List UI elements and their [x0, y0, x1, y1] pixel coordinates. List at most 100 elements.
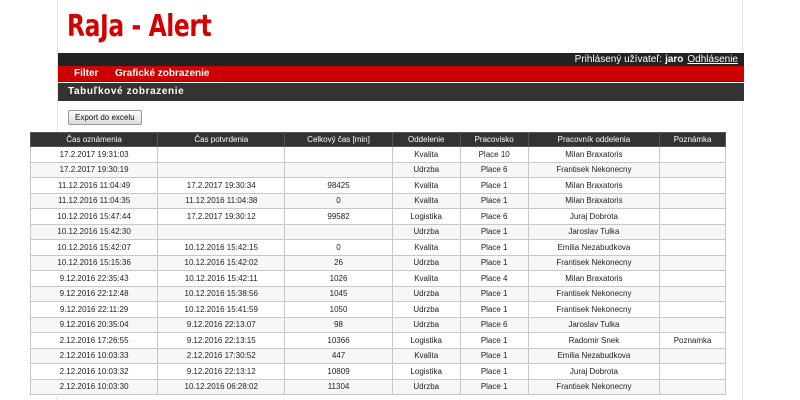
- col-total-time-cell: [284, 223, 393, 240]
- col-total-time-cell: 26: [284, 254, 393, 271]
- col-total-time-cell: 1045: [284, 285, 393, 302]
- col-total-time-header: Celkový čas [min]: [284, 132, 393, 147]
- col-notification-time-cell: 17.2.2017 19:30:19: [29, 161, 159, 178]
- logout-link[interactable]: Odhlásenie: [687, 54, 738, 65]
- col-total-time-cell: 0: [284, 192, 393, 209]
- menu-item-filter[interactable]: Filter: [74, 66, 98, 82]
- col-notification-time-header: Čas oznámenia: [29, 132, 159, 147]
- table-row: 10.12.2016 15:42:30 Udrzba Place 1 Jaroslav…: [29, 223, 726, 240]
- col-notification-time-cell: 11.12.2016 11:04:35: [29, 192, 159, 209]
- col-note-cell: Poznamka: [659, 332, 726, 349]
- col-total-time-cell: 1050: [284, 301, 393, 318]
- col-notification-time-cell: 11.12.2016 11:04:49: [29, 177, 159, 194]
- col-notification-time-cell: 10.12.2016 15:47:44: [29, 208, 159, 225]
- col-workplace-cell: Place 10: [459, 146, 529, 163]
- col-confirmation-time-cell: 10.12.2016 06:28:02: [157, 378, 286, 395]
- col-notification-time-cell: 9.12.2016 20:35:04: [29, 316, 159, 333]
- col-department-worker-cell: Emilia Nezabudkova: [527, 347, 661, 364]
- export-excel-button[interactable]: Export do excelu: [68, 110, 142, 125]
- col-department-cell: Kvalita: [391, 347, 461, 364]
- col-department-cell: Kvalita: [391, 146, 461, 163]
- col-department-cell: Kvalita: [391, 270, 461, 287]
- main-menu: Filter Grafické zobrazenie: [58, 66, 744, 82]
- col-confirmation-time-cell: 9.12.2016 22:13:12: [157, 363, 286, 380]
- col-notification-time-cell: 17.2.2017 19:31:03: [29, 146, 159, 163]
- col-department-worker-cell: Frantisek Nekonecny: [527, 378, 661, 395]
- col-department-cell: Logistika: [391, 208, 461, 225]
- table-header-row: Čas oznámenia Čas potvrdenia Celkový čas […: [29, 132, 726, 147]
- table-row: 9.12.2016 22:11:29 10.12.2016 15:41:59 105…: [29, 301, 726, 318]
- col-notification-time-cell: 10.12.2016 15:42:30: [29, 223, 159, 240]
- col-confirmation-time-cell: 10.12.2016 15:42:15: [157, 239, 286, 256]
- col-workplace-cell: Place 6: [459, 161, 529, 178]
- user-bar: Prihlásený užívateľ: jaro Odhlásenie: [58, 53, 744, 66]
- col-note-cell: [659, 177, 726, 194]
- col-workplace-cell: Place 1: [459, 285, 529, 302]
- col-workplace-cell: Place 6: [459, 316, 529, 333]
- col-total-time-cell: 1026: [284, 270, 393, 287]
- col-note-cell: [659, 192, 726, 209]
- col-confirmation-time-cell: 17.2.2017 19:30:12: [157, 208, 286, 225]
- col-workplace-header: Pracovisko: [459, 132, 529, 147]
- section-title: Tabuľkové zobrazenie: [58, 83, 744, 101]
- col-department-worker-cell: Emilia Nezabudkova: [527, 239, 661, 256]
- col-workplace-cell: Place 1: [459, 177, 529, 194]
- col-confirmation-time-cell: 10.12.2016 15:42:11: [157, 270, 286, 287]
- col-department-cell: Kvalita: [391, 192, 461, 209]
- col-department-worker-header: Pracovník oddelenia: [527, 132, 661, 147]
- alerts-table: Čas oznámenia Čas potvrdenia Celkový čas […: [29, 132, 726, 395]
- col-note-cell: [659, 161, 726, 178]
- col-department-worker-cell: Milan Braxatoris: [527, 270, 661, 287]
- col-notification-time-cell: 9.12.2016 22:12:48: [29, 285, 159, 302]
- col-notification-time-cell: 10.12.2016 15:15:36: [29, 254, 159, 271]
- table-row: 2.12.2016 10:03:30 10.12.2016 06:28:02 113…: [29, 378, 726, 395]
- col-note-cell: [659, 316, 726, 333]
- col-workplace-cell: Place 1: [459, 301, 529, 318]
- col-workplace-cell: Place 1: [459, 192, 529, 209]
- col-department-cell: Kvalita: [391, 239, 461, 256]
- col-department-header: Oddelenie: [391, 132, 461, 147]
- col-total-time-cell: 98: [284, 316, 393, 333]
- col-confirmation-time-cell: 10.12.2016 15:38:56: [157, 285, 286, 302]
- col-confirmation-time-cell: [157, 223, 286, 240]
- logged-in-label: Prihlásený užívateľ:: [574, 54, 663, 65]
- col-notification-time-cell: 2.12.2016 10:03:32: [29, 363, 159, 380]
- col-total-time-cell: 11304: [284, 378, 393, 395]
- col-confirmation-time-cell: [157, 146, 286, 163]
- table-row: 10.12.2016 15:47:44 17.2.2017 19:30:12 995…: [29, 208, 726, 225]
- col-total-time-cell: 0: [284, 239, 393, 256]
- col-total-time-cell: 98425: [284, 177, 393, 194]
- col-notification-time-cell: 9.12.2016 22:11:29: [29, 301, 159, 318]
- col-workplace-cell: Place 1: [459, 254, 529, 271]
- table-row: 10.12.2016 15:42:07 10.12.2016 15:42:15 0 K…: [29, 239, 726, 256]
- col-department-worker-cell: Milan Braxatoris: [527, 177, 661, 194]
- col-department-worker-cell: Milan Braxatoris: [527, 192, 661, 209]
- col-confirmation-time-cell: 11.12.2016 11:04:38: [157, 192, 286, 209]
- col-confirmation-time-cell: 2.12.2016 17:30:52: [157, 347, 286, 364]
- col-confirmation-time-cell: [157, 161, 286, 178]
- col-workplace-cell: Place 1: [459, 239, 529, 256]
- col-department-cell: Udrzba: [391, 301, 461, 318]
- col-department-cell: Udrzba: [391, 285, 461, 302]
- col-note-header: Poznámka: [659, 132, 726, 147]
- col-department-cell: Udrzba: [391, 223, 461, 240]
- col-total-time-cell: 99582: [284, 208, 393, 225]
- col-department-worker-cell: Frantisek Nekonecny: [527, 254, 661, 271]
- col-department-worker-cell: Milan Braxatoris: [527, 146, 661, 163]
- col-total-time-cell: 10366: [284, 332, 393, 349]
- col-confirmation-time-cell: 9.12.2016 22:13:07: [157, 316, 286, 333]
- col-total-time-cell: 10809: [284, 363, 393, 380]
- table-body: 17.2.2017 19:31:03 Kvalita Place 10 Milan B…: [29, 146, 726, 395]
- col-note-cell: [659, 301, 726, 318]
- table-row: 17.2.2017 19:30:19 Udrzba Place 6 Frantisek…: [29, 161, 726, 178]
- col-confirmation-time-cell: 17.2.2017 19:30:34: [157, 177, 286, 194]
- col-department-worker-cell: Frantisek Nekonecny: [527, 161, 661, 178]
- col-note-cell: [659, 254, 726, 271]
- col-note-cell: [659, 285, 726, 302]
- menu-item-graphic-view[interactable]: Grafické zobrazenie: [115, 66, 209, 82]
- col-notification-time-cell: 2.12.2016 10:03:30: [29, 378, 159, 395]
- col-workplace-cell: Place 1: [459, 347, 529, 364]
- col-notification-time-cell: 9.12.2016 22:35:43: [29, 270, 159, 287]
- table-row: 17.2.2017 19:31:03 Kvalita Place 10 Milan B…: [29, 146, 726, 163]
- col-note-cell: [659, 378, 726, 395]
